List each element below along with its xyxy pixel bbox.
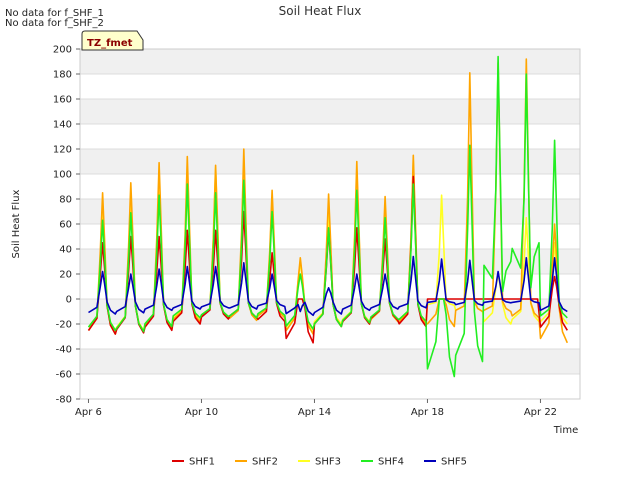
y-tick-label: 100 — [53, 170, 72, 181]
y-tick-label: -40 — [56, 345, 72, 356]
soil-heat-flux-chart: -80-60-40-20020406080100120140160180200 … — [11, 4, 581, 468]
background-band — [80, 99, 580, 124]
y-tick-label: 0 — [66, 295, 72, 306]
site-tag-label: TZ_fmet — [87, 38, 133, 49]
x-tick-label: Apr 18 — [411, 407, 444, 418]
background-band — [80, 349, 580, 374]
x-tick-label: Apr 14 — [298, 407, 331, 418]
site-tag: TZ_fmet — [81, 30, 144, 51]
legend: SHF1 SHF2 SHF3 SHF4 SHF5 — [172, 457, 467, 468]
background-band — [80, 49, 580, 74]
legend-label-shf3: SHF3 — [315, 457, 341, 468]
y-tick-label: 200 — [53, 45, 72, 56]
y-axis-ticks: -80 -60 -40 -20 0 20 40 60 80 100 120 140 160 180 200 — [53, 45, 80, 406]
x-axis-title: Time — [553, 425, 578, 436]
y-tick-label: 180 — [53, 70, 72, 81]
legend-label-shf2: SHF2 — [252, 457, 278, 468]
x-tick-label: Apr 22 — [524, 407, 557, 418]
y-tick-label: 40 — [59, 245, 72, 256]
y-tick-label: -20 — [56, 320, 72, 331]
y-tick-label: 20 — [59, 270, 72, 281]
x-axis-ticks: Apr 6 Apr 10 Apr 14 Apr 18 Apr 22 — [75, 399, 557, 418]
background-band — [80, 149, 580, 174]
y-tick-label: 120 — [53, 145, 72, 156]
y-tick-label: 80 — [59, 195, 72, 206]
y-tick-label: -60 — [56, 370, 72, 381]
y-tick-label: -80 — [56, 395, 72, 406]
legend-label-shf1: SHF1 — [189, 457, 215, 468]
x-tick-label: Apr 6 — [75, 407, 102, 418]
legend-label-shf4: SHF4 — [378, 457, 404, 468]
chart-title: Soil Heat Flux — [279, 4, 362, 18]
y-tick-label: 60 — [59, 220, 72, 231]
x-tick-label: Apr 10 — [185, 407, 218, 418]
y-axis-title: Soil Heat Flux — [11, 189, 22, 258]
y-tick-label: 140 — [53, 120, 72, 131]
y-tick-label: 160 — [53, 95, 72, 106]
legend-label-shf5: SHF5 — [441, 457, 467, 468]
